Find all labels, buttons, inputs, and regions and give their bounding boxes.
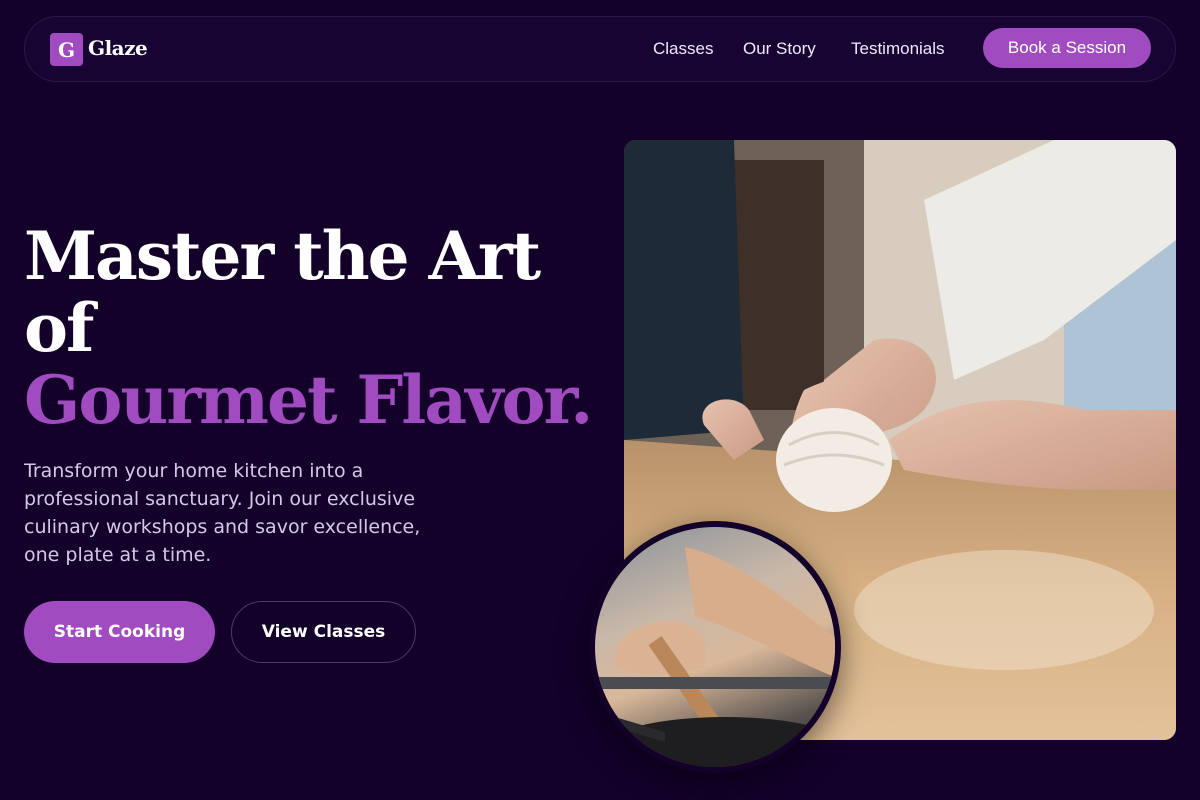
book-session-button[interactable]: Book a Session	[983, 28, 1151, 68]
hero-title: Master the Art of Gourmet Flavor.	[24, 217, 593, 439]
hero-title-line-1: Master the Art	[24, 217, 541, 295]
nav-link-testimonials[interactable]: Testimonials	[851, 39, 945, 59]
nav-link-our-story[interactable]: Our Story	[743, 39, 816, 59]
hero-title-line-2: of	[24, 289, 94, 367]
top-navbar: G Glaze Classes Our Story Testimonials B…	[24, 16, 1176, 82]
hero-subtitle: Transform your home kitchen into a profe…	[24, 460, 421, 566]
start-cooking-button[interactable]: Start Cooking	[24, 601, 215, 663]
brand-name[interactable]: Glaze	[88, 36, 148, 60]
view-classes-button[interactable]: View Classes	[231, 601, 416, 663]
logo-mark-icon[interactable]: G	[50, 33, 83, 66]
nav-link-classes[interactable]: Classes	[653, 39, 713, 59]
cooking-pan-stirring-photo	[589, 521, 841, 773]
hero-title-accent: Gourmet Flavor.	[24, 361, 593, 439]
